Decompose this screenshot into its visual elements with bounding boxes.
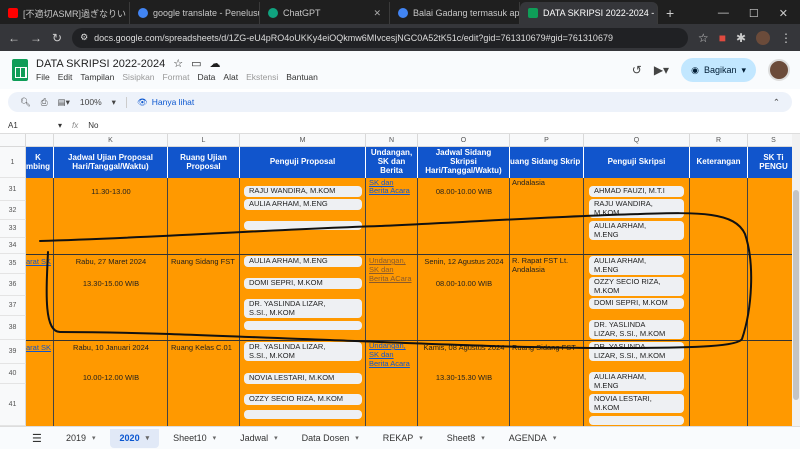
sheets-icon: [528, 8, 538, 18]
forward-icon[interactable]: →: [30, 31, 42, 45]
puzzle-icon[interactable]: ✱: [736, 31, 746, 45]
eye-icon: 👁︎: [136, 96, 148, 107]
browser-tab-active[interactable]: DATA SKRIPSI 2022-2024 - G✕: [520, 2, 658, 24]
menu-icon[interactable]: ⋮: [780, 31, 792, 45]
sheet-tab-label: 2019: [66, 433, 87, 443]
chevron-down-icon[interactable]: ▾: [553, 434, 557, 442]
chevron-down-icon[interactable]: ▾: [419, 434, 423, 442]
sheet-tab[interactable]: Data Dosen ▾: [292, 429, 369, 448]
print-icon[interactable]: ⎙: [41, 97, 48, 108]
chevron-down-icon[interactable]: ▾: [92, 434, 96, 442]
meet-icon[interactable]: ▶▾: [654, 63, 669, 77]
new-tab-button[interactable]: +: [658, 2, 682, 24]
view-only-button[interactable]: 👁︎ Hanya lihat: [125, 96, 194, 108]
maximize-icon[interactable]: ☐: [749, 7, 759, 20]
zoom-select[interactable]: 100%: [80, 97, 102, 107]
chatgpt-icon: [268, 8, 278, 18]
sheet-tab-label: Data Dosen: [301, 433, 350, 443]
name-box[interactable]: A1: [8, 121, 48, 130]
extension-icon[interactable]: ■: [719, 31, 726, 45]
globe-icon: ◉: [691, 64, 699, 75]
youtube-icon: [8, 8, 18, 18]
browser-tab-2[interactable]: google translate - Penelusuran✕: [130, 2, 260, 24]
browser-tab-1[interactable]: [不適切ASMR]過ぎなりい✕: [0, 2, 130, 24]
menu-item[interactable]: Tampilan: [80, 72, 114, 82]
star-icon[interactable]: ☆: [698, 31, 709, 45]
sheet-tab[interactable]: Jadwal ▾: [230, 429, 288, 448]
chevron-down-icon: ▾: [741, 64, 746, 75]
close-window-icon[interactable]: ✕: [779, 7, 788, 20]
url-input[interactable]: ⚙ docs.google.com/spreadsheets/d/1ZG-eU4…: [72, 27, 688, 48]
toolbar: 🔍︎ ⎙ ▤▾ 100% ▾ 👁︎ Hanya lihat ⌃: [8, 92, 792, 112]
back-icon[interactable]: ←: [8, 31, 20, 45]
chevron-down-icon[interactable]: ▾: [355, 434, 359, 442]
google-icon: [398, 8, 408, 18]
menu-item[interactable]: Edit: [58, 72, 73, 82]
chevron-down-icon[interactable]: ▾: [213, 434, 217, 442]
site-info-icon[interactable]: ⚙: [80, 32, 88, 43]
chevron-down-icon[interactable]: ▾: [481, 434, 485, 442]
menu-bar: File Edit Tampilan Sisipkan Format Data Alat Ek…: [36, 72, 318, 82]
chevron-down-icon[interactable]: ▾: [146, 434, 150, 442]
sheet-tab-bar: ☰ 2019 ▾ 2020 ▾ Sheet10 ▾ Jadwal ▾ Data Dosen ▾ RE…: [0, 426, 800, 449]
sheets-logo-icon[interactable]: [12, 59, 28, 81]
menu-item[interactable]: Alat: [223, 72, 238, 82]
sheet-tab[interactable]: REKAP ▾: [373, 429, 433, 448]
address-bar-row: ← → ↻ ⚙ docs.google.com/spreadsheets/d/1…: [0, 24, 800, 51]
sheet-tab[interactable]: 2020 ▾: [109, 428, 160, 448]
browser-tab-3[interactable]: ChatGPT ✕: [260, 2, 390, 24]
menu-item[interactable]: Format: [163, 72, 190, 82]
document-title[interactable]: DATA SKRIPSI 2022-2024: [36, 58, 165, 70]
sheets-header: DATA SKRIPSI 2022-2024 ☆ ▭ ☁ File Edit Tam…: [0, 51, 800, 89]
menu-item[interactable]: Bantuan: [286, 72, 318, 82]
sheet-tab-label: 2020: [119, 433, 140, 443]
sheet-tab[interactable]: AGENDA ▾: [499, 429, 567, 448]
search-icon[interactable]: 🔍︎: [20, 97, 31, 108]
browser-tab-4[interactable]: Balai Gadang termasuk apa✕: [390, 2, 520, 24]
move-folder-icon[interactable]: ▭: [191, 57, 201, 70]
fx-icon: fx: [72, 121, 79, 130]
scrollbar-thumb[interactable]: [793, 190, 799, 400]
sheet-tab-label: Jadwal: [240, 433, 269, 443]
sheet-tab-label: Sheet8: [446, 433, 476, 443]
share-button[interactable]: ◉ Bagikan ▾: [681, 58, 756, 82]
history-icon[interactable]: ↺: [632, 63, 642, 77]
sheet-tab[interactable]: Sheet8 ▾: [437, 429, 495, 448]
collapse-icon[interactable]: ⌃: [773, 97, 780, 108]
avatar[interactable]: [768, 59, 790, 81]
minimize-icon[interactable]: —: [718, 7, 729, 19]
sheet-tab-label: Sheet10: [173, 433, 207, 443]
chevron-down-icon[interactable]: ▾: [58, 121, 62, 130]
sheet-tab[interactable]: 2019 ▾: [56, 429, 106, 448]
menu-item[interactable]: File: [36, 72, 50, 82]
menu-item[interactable]: Data: [197, 72, 215, 82]
sheet-tab-label: AGENDA: [508, 433, 547, 443]
all-sheets-icon[interactable]: ☰: [32, 432, 42, 445]
sheet-tab-label: REKAP: [382, 433, 414, 443]
browser-tab-strip: [不適切ASMR]過ぎなりい✕ google translate - Penel…: [0, 0, 800, 24]
close-icon[interactable]: ✕: [373, 8, 381, 19]
cloud-status-icon[interactable]: ☁: [210, 57, 221, 70]
formula-input[interactable]: No: [88, 121, 98, 130]
profile-icon[interactable]: [756, 30, 770, 45]
google-icon: [138, 8, 148, 18]
chevron-down-icon[interactable]: ▾: [112, 97, 116, 108]
spreadsheet-grid[interactable]: K L M N O P Q R S 1 31 32 33 34 35 36 37…: [0, 134, 800, 426]
menu-item[interactable]: Ekstensi: [246, 72, 278, 82]
star-icon[interactable]: ☆: [173, 57, 183, 70]
menu-item[interactable]: Sisipkan: [122, 72, 154, 82]
sheet-tab[interactable]: Sheet10 ▾: [163, 429, 226, 448]
formula-bar: A1 ▾ fx No: [0, 118, 800, 134]
freehand-annotation: [39, 212, 753, 349]
reload-icon[interactable]: ↻: [52, 31, 62, 45]
chevron-down-icon[interactable]: ▾: [274, 434, 278, 442]
format-icon[interactable]: ▤▾: [58, 97, 70, 108]
